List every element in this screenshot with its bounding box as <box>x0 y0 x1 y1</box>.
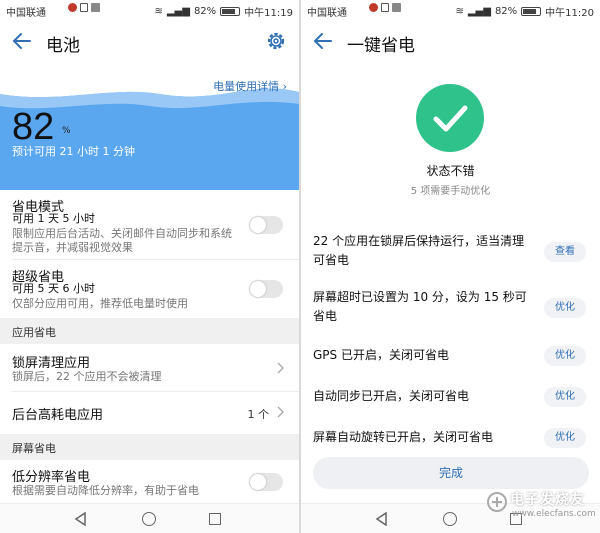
carrier-label: 中国联通 <box>6 8 46 19</box>
notification-battery-icon <box>91 3 100 12</box>
optimize-button[interactable]: 优化 <box>544 298 586 318</box>
low-res-desc: 根据需要自动降低分辨率，有助于省电 <box>12 484 199 497</box>
optimize-screen: 中国联通 ≋ ▂▄▆ 82% 中午11:20 一键省电 状态不错 5 项需要手动… <box>301 0 600 533</box>
power-saving-row[interactable]: 省电模式 可用 1 天 5 小时 限制应用后台活动、关闭邮件自动同步和系统 提示… <box>0 190 299 258</box>
usage-details-label: 电量使用详情 <box>213 80 280 93</box>
notification-icons <box>68 3 100 12</box>
view-button[interactable]: 查看 <box>544 242 586 262</box>
lock-clean-desc: 锁屏后，22 个应用不会被清理 <box>12 370 162 383</box>
power-saving-desc-2: 提示音，并减弱视觉效果 <box>12 241 133 254</box>
status-bar: 中国联通 ≋ ▂▄▆ 82% 中午11:19 <box>0 0 299 20</box>
battery-percent: 82% <box>193 6 217 17</box>
section-header-screen: 屏幕省电 <box>0 434 299 460</box>
tip-row: 屏幕超时已设置为 10 分，设为 15 秒可省电 优化 <box>301 288 600 328</box>
status-ok-badge <box>416 84 484 152</box>
watermark-logo-icon <box>487 492 507 512</box>
notification-image-icon <box>80 3 88 12</box>
section-header-app: 应用省电 <box>0 318 299 344</box>
battery-percent: 82% <box>494 6 518 17</box>
usage-details-link[interactable]: 电量使用详情 › <box>213 78 287 94</box>
nav-recent-icon[interactable] <box>209 513 221 525</box>
tip-row: GPS 已开启，关闭可省电 优化 <box>301 346 600 370</box>
signal-icon: ▂▄▆ <box>166 6 190 17</box>
notification-icons <box>369 3 401 12</box>
background-high-count: 1 个 <box>247 408 270 421</box>
status-title: 状态不错 <box>426 164 475 178</box>
chevron-right-icon: › <box>282 80 287 93</box>
ultra-saving-desc: 仅部分应用可用，推荐低电量时使用 <box>12 297 188 310</box>
tip-text: 自动同步已开启，关闭可省电 <box>313 389 470 403</box>
battery-icon <box>521 7 542 16</box>
optimize-button[interactable]: 优化 <box>544 387 586 407</box>
percent-sign: % <box>62 126 71 136</box>
low-res-title: 低分辨率省电 <box>12 470 91 485</box>
nav-bar <box>0 503 299 533</box>
tip-row: 22 个应用在锁屏后保持运行，适当清理可省电 查看 <box>301 232 600 272</box>
power-saving-toggle[interactable] <box>249 216 283 234</box>
chevron-right-icon <box>277 362 284 374</box>
power-saving-desc-1: 限制应用后台活动、关闭邮件自动同步和系统 <box>12 227 232 240</box>
nav-home-icon[interactable] <box>443 512 457 526</box>
ultra-saving-duration: 可用 5 天 6 小时 <box>12 282 95 295</box>
status-right: ≋ ▂▄▆ 82% 中午11:19 <box>154 4 293 19</box>
notification-battery-icon <box>392 3 401 12</box>
status-right: ≋ ▂▄▆ 82% 中午11:20 <box>455 4 594 19</box>
wifi-icon: ≋ <box>154 6 163 17</box>
page-title: 一键省电 <box>347 36 415 56</box>
clock: 中午11:19 <box>244 8 293 19</box>
battery-icon <box>220 7 241 16</box>
status-subtitle: 5 项需要手动优化 <box>410 186 491 197</box>
wifi-icon: ≋ <box>455 6 464 17</box>
section-app-label: 应用省电 <box>12 326 56 339</box>
app-bar: 一键省电 <box>301 22 600 60</box>
notification-image-icon <box>381 3 389 12</box>
nav-home-icon[interactable] <box>142 512 156 526</box>
clock: 中午11:20 <box>545 8 594 19</box>
battery-screen: 中国联通 ≋ ▂▄▆ 82% 中午11:19 电池 电量使用详情 › 82 % … <box>0 0 299 533</box>
gear-icon[interactable] <box>265 30 287 52</box>
remaining-estimate: 预计可用 21 小时 1 分钟 <box>12 145 135 158</box>
tip-text: GPS 已开启，关闭可省电 <box>313 348 449 362</box>
notification-app-icon <box>369 3 378 12</box>
checkmark-icon <box>433 105 468 132</box>
battery-hero: 电量使用详情 › 82 % <box>0 70 299 190</box>
carrier-label: 中国联通 <box>307 8 347 19</box>
ultra-saving-toggle[interactable] <box>249 280 283 298</box>
ultra-saving-row[interactable]: 超级省电 可用 5 天 6 小时 仅部分应用可用，推荐低电量时使用 <box>0 260 299 314</box>
signal-icon: ▂▄▆ <box>467 6 491 17</box>
section-screen-label: 屏幕省电 <box>12 442 56 455</box>
watermark: 电子发烧友 www.elecfans.com <box>486 489 596 529</box>
tip-row: 屏幕自动旋转已开启，关闭可省电 优化 <box>301 428 600 452</box>
chevron-right-icon <box>277 406 284 418</box>
done-button[interactable]: 完成 <box>313 457 589 489</box>
notification-app-icon <box>68 3 77 12</box>
back-arrow-icon[interactable] <box>10 30 34 52</box>
app-bar: 电池 <box>0 22 299 60</box>
lock-clean-row[interactable]: 锁屏清理应用 锁屏后，22 个应用不会被清理 <box>0 344 299 390</box>
low-res-toggle[interactable] <box>249 473 283 491</box>
lock-clean-title: 锁屏清理应用 <box>12 356 91 371</box>
power-saving-duration: 可用 1 天 5 小时 <box>12 212 95 225</box>
tip-row: 自动同步已开启，关闭可省电 优化 <box>301 387 600 411</box>
watermark-url: www.elecfans.com <box>512 509 596 519</box>
low-res-row[interactable]: 低分辨率省电 根据需要自动降低分辨率，有助于省电 <box>0 460 299 502</box>
back-arrow-icon[interactable] <box>311 30 335 52</box>
optimize-button[interactable]: 优化 <box>544 346 586 366</box>
tip-text: 22 个应用在锁屏后保持运行，适当清理可省电 <box>313 234 525 267</box>
background-high-row[interactable]: 后台高耗电应用 1 个 <box>0 392 299 432</box>
tip-text: 屏幕超时已设置为 10 分，设为 15 秒可省电 <box>313 290 527 323</box>
background-high-title: 后台高耗电应用 <box>12 408 104 423</box>
nav-back-icon[interactable] <box>375 512 389 526</box>
status-bar: 中国联通 ≋ ▂▄▆ 82% 中午11:20 <box>301 0 600 20</box>
watermark-text: 电子发烧友 <box>510 492 585 508</box>
page-title: 电池 <box>46 36 80 56</box>
nav-back-icon[interactable] <box>74 512 88 526</box>
tip-text: 屏幕自动旋转已开启，关闭可省电 <box>313 430 494 444</box>
optimize-button[interactable]: 优化 <box>544 428 586 448</box>
